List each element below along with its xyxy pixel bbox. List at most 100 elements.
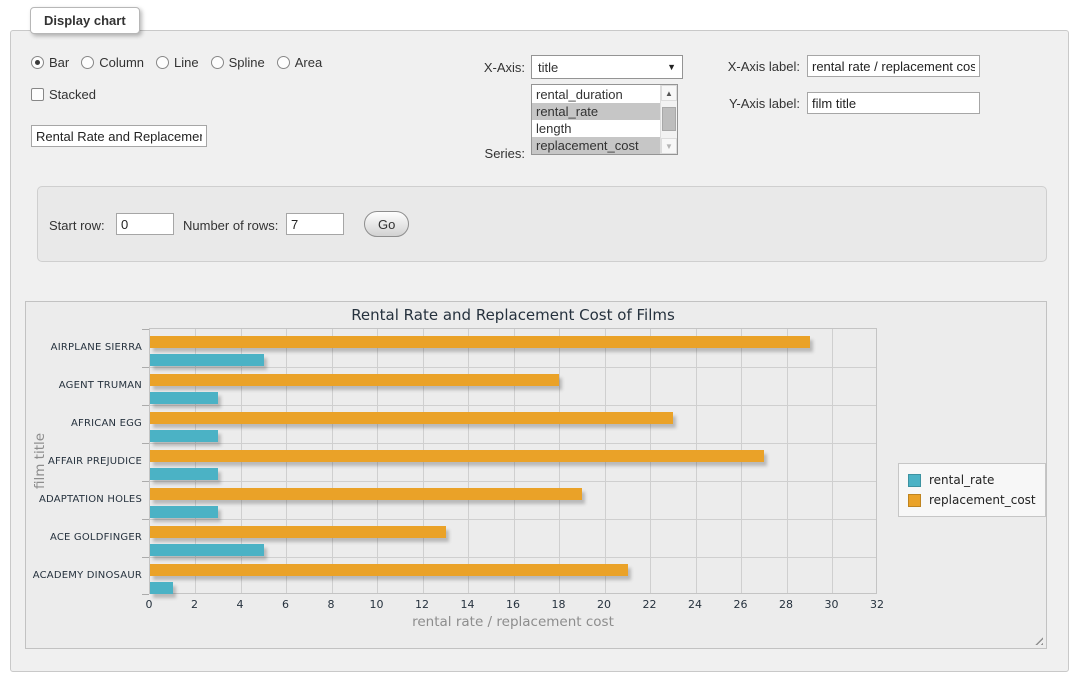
bar-rental_rate [150, 544, 264, 556]
gridline-horizontal [150, 519, 876, 520]
num-rows-label: Number of rows: [183, 218, 278, 233]
num-rows-input[interactable] [286, 213, 344, 235]
x-tick-label: 16 [488, 598, 538, 611]
bar-replacement_cost [150, 526, 446, 538]
stacked-label: Stacked [49, 87, 96, 102]
chart-type-radio-bar[interactable] [31, 56, 44, 69]
x-tick-label: 6 [261, 598, 311, 611]
start-row-input[interactable] [116, 213, 174, 235]
x-tick-label: 18 [534, 598, 584, 611]
category-label: AFRICAN EGG [30, 418, 142, 429]
scroll-down-icon[interactable]: ▼ [661, 138, 677, 154]
bar-rental_rate [150, 468, 218, 480]
series-option-rental_duration[interactable]: rental_duration [532, 86, 660, 103]
y-tick-mark [142, 367, 149, 368]
bar-replacement_cost [150, 488, 582, 500]
scrollbar-track[interactable] [661, 101, 677, 138]
x-tick-label: 22 [625, 598, 675, 611]
series-options: rental_durationrental_ratelengthreplacem… [532, 85, 660, 154]
chart-container: Rental Rate and Replacement Cost of Film… [25, 301, 1047, 649]
x-tick-label: 30 [807, 598, 857, 611]
y-tick-mark [142, 405, 149, 406]
bar-rental_rate [150, 354, 264, 366]
stacked-checkbox[interactable] [31, 88, 44, 101]
chart-type-radio-group: BarColumnLineSplineArea [31, 55, 322, 70]
legend-item: replacement_cost [908, 490, 1036, 510]
chart-title-input[interactable] [31, 125, 207, 147]
category-label: ACE GOLDFINGER [30, 532, 142, 543]
legend-label: replacement_cost [929, 493, 1036, 507]
x-tick-label: 0 [124, 598, 174, 611]
chart-x-axis-label: rental rate / replacement cost [149, 614, 877, 630]
y-tick-mark [142, 329, 149, 330]
x-tick-label: 28 [761, 598, 811, 611]
scroll-up-icon[interactable]: ▲ [661, 85, 677, 101]
x-axis-select[interactable]: title ▼ [531, 55, 683, 79]
bar-replacement_cost [150, 450, 764, 462]
gridline-vertical [832, 329, 833, 593]
series-listbox[interactable]: rental_durationrental_ratelengthreplacem… [531, 84, 678, 155]
chart-type-label: Bar [49, 55, 69, 70]
gridline-horizontal [150, 405, 876, 406]
category-label: AIRPLANE SIERRA [30, 342, 142, 353]
legend-label: rental_rate [929, 473, 994, 487]
x-axis-label-input[interactable] [807, 55, 980, 77]
chart-type-radio-spline[interactable] [211, 56, 224, 69]
legend-item: rental_rate [908, 470, 1036, 490]
bar-replacement_cost [150, 374, 559, 386]
x-tick-label: 32 [852, 598, 902, 611]
resize-grip-icon[interactable] [1033, 635, 1043, 645]
chart-title: Rental Rate and Replacement Cost of Film… [149, 306, 877, 324]
chart-legend: rental_rate replacement_cost [898, 463, 1046, 517]
y-tick-mark [142, 481, 149, 482]
chart-type-label: Spline [229, 55, 265, 70]
x-tick-label: 12 [397, 598, 447, 611]
x-tick-label: 24 [670, 598, 720, 611]
series-option-rental_rate[interactable]: rental_rate [532, 103, 660, 120]
category-label: ACADEMY DINOSAUR [30, 570, 142, 581]
gridline-horizontal [150, 367, 876, 368]
chart-type-radio-line[interactable] [156, 56, 169, 69]
bar-rental_rate [150, 392, 218, 404]
x-tick-label: 20 [579, 598, 629, 611]
start-row-label: Start row: [49, 218, 105, 233]
scrollbar-thumb[interactable] [662, 107, 676, 131]
chart-type-radio-column[interactable] [81, 56, 94, 69]
gridline-horizontal [150, 481, 876, 482]
bar-replacement_cost [150, 412, 673, 424]
legend-swatch [908, 474, 921, 487]
gridline-horizontal [150, 443, 876, 444]
bar-rental_rate [150, 582, 173, 594]
series-option-replacement_cost[interactable]: replacement_cost [532, 137, 660, 154]
bar-rental_rate [150, 430, 218, 442]
series-scrollbar[interactable]: ▲ ▼ [660, 85, 677, 154]
y-tick-mark [142, 594, 149, 595]
chart-type-label: Line [174, 55, 199, 70]
gridline-vertical [787, 329, 788, 593]
chart-type-radio-area[interactable] [277, 56, 290, 69]
x-axis-select-label: X-Axis: [425, 60, 525, 75]
category-label: ADAPTATION HOLES [30, 494, 142, 505]
fieldset-legend: Display chart [30, 7, 140, 34]
y-tick-mark [142, 557, 149, 558]
x-tick-label: 26 [716, 598, 766, 611]
x-tick-label: 8 [306, 598, 356, 611]
y-axis-label-input[interactable] [807, 92, 980, 114]
chart-type-label: Area [295, 55, 322, 70]
y-tick-mark [142, 519, 149, 520]
row-controls-panel: Start row: Number of rows: Go [37, 186, 1047, 262]
x-axis-label-label: X-Axis label: [700, 59, 800, 74]
plot-area: AIRPLANE SIERRAAGENT TRUMANAFRICAN EGGAF… [149, 328, 877, 594]
y-tick-mark [142, 443, 149, 444]
gridline-horizontal [150, 557, 876, 558]
x-tick-label: 2 [170, 598, 220, 611]
category-label: AGENT TRUMAN [30, 380, 142, 391]
y-axis-label-label: Y-Axis label: [700, 96, 800, 111]
series-list-label: Series: [425, 146, 525, 161]
category-label: AFFAIR PREJUDICE [30, 456, 142, 467]
x-tick-label: 4 [215, 598, 265, 611]
stacked-row: Stacked [31, 87, 96, 102]
bar-rental_rate [150, 506, 218, 518]
series-option-length[interactable]: length [532, 120, 660, 137]
go-button[interactable]: Go [364, 211, 409, 237]
